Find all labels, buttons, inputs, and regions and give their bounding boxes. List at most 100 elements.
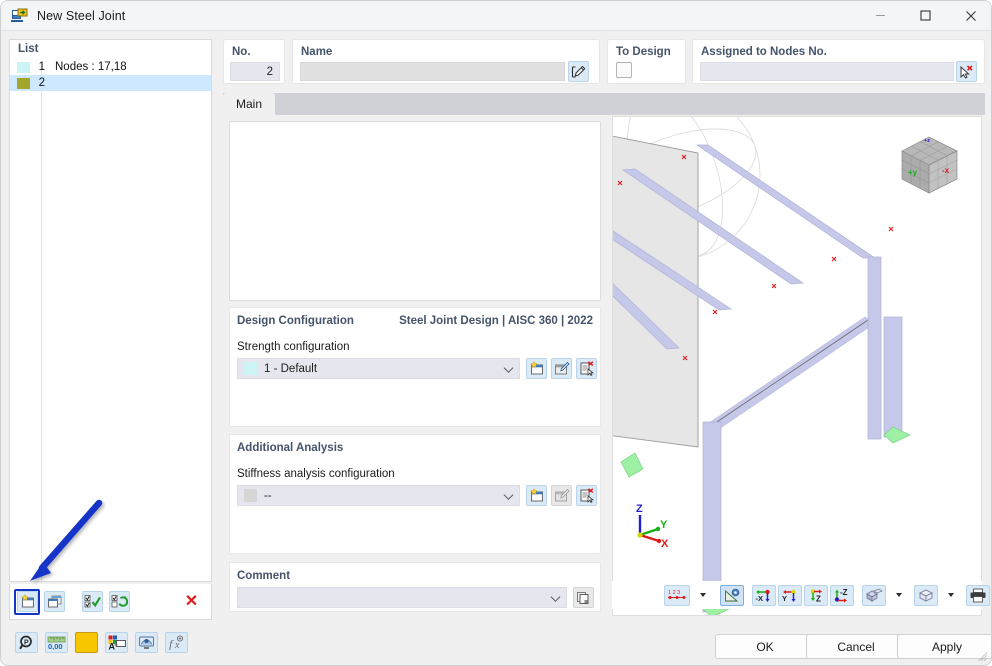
strength-configuration-label: Strength configuration — [237, 341, 350, 353]
svg-text:X: X — [661, 538, 669, 550]
ok-button[interactable]: OK — [715, 634, 815, 659]
svg-text:f: f — [169, 637, 174, 650]
steel-joint-icon — [11, 8, 29, 24]
svg-text:-Z: -Z — [840, 588, 848, 597]
list-item[interactable]: 1 Nodes : 17,18 — [10, 59, 211, 75]
chevron-down-icon — [503, 362, 514, 373]
delete-joint-button[interactable]: ✕ — [181, 591, 202, 612]
name-card: Name — [292, 39, 600, 84]
strength-configuration-combo[interactable]: 1 - Default — [237, 358, 520, 379]
svg-text:Z: Z — [636, 503, 643, 515]
name-input[interactable] — [300, 62, 565, 81]
delete-config-button[interactable] — [576, 358, 597, 379]
list-item-index: 1 — [38, 61, 45, 73]
chevron-down-icon — [503, 489, 514, 500]
design-configuration-label: Design Configuration — [237, 315, 354, 327]
stiffness-configuration-combo[interactable]: -- — [237, 485, 520, 506]
comment-panel: Comment — [229, 562, 601, 612]
color-swatch-button[interactable] — [75, 631, 98, 653]
svg-text:+z: +z — [924, 138, 930, 144]
svg-text:0,00: 0,00 — [48, 642, 63, 650]
chevron-down-icon — [947, 593, 954, 597]
list-item-swatch — [17, 77, 30, 89]
select-all-button[interactable] — [82, 591, 103, 612]
wireframe-button[interactable] — [914, 584, 938, 606]
minimize-button[interactable] — [858, 1, 903, 31]
pick-nodes-button[interactable] — [956, 61, 977, 82]
comment-combo[interactable] — [237, 587, 567, 608]
view-in-minus-z-button[interactable]: -Z — [830, 584, 854, 606]
render-mode-button[interactable] — [720, 584, 744, 606]
list-item-swatch — [17, 61, 30, 73]
name-label: Name — [301, 46, 333, 58]
design-standard-label: Steel Joint Design | AISC 360 | 2022 — [399, 315, 593, 327]
chevron-down-icon — [895, 593, 902, 597]
display-model-button[interactable] — [862, 584, 886, 606]
display-settings-button[interactable] — [135, 631, 158, 653]
no-input[interactable]: 2 — [230, 62, 280, 81]
delete-stiffness-config-button[interactable] — [576, 485, 597, 506]
resize-grip[interactable] — [978, 652, 988, 662]
svg-text:A: A — [108, 641, 115, 650]
svg-text:Y: Y — [782, 594, 787, 603]
new-stiffness-config-button[interactable] — [526, 485, 547, 506]
formula-button[interactable]: f x — [165, 631, 188, 653]
decimal-places-button[interactable]: 0,00 — [45, 631, 68, 653]
design-configuration-panel: Design Configuration Steel Joint Design … — [229, 307, 601, 427]
to-design-checkbox[interactable] — [616, 62, 632, 78]
view-in-z-button[interactable]: Z — [804, 584, 828, 606]
invert-selection-button[interactable] — [109, 591, 130, 612]
display-model-dropdown-arrow[interactable] — [888, 585, 909, 606]
assigned-nodes-card: Assigned to Nodes No. — [692, 39, 985, 84]
copy-joint-button[interactable] — [44, 591, 65, 612]
preview-panel — [229, 121, 601, 301]
svg-text:+y: +y — [908, 168, 918, 177]
chevron-down-icon — [699, 593, 706, 597]
window-title: New Steel Joint — [37, 8, 126, 23]
list-item-label: Nodes : 17,18 — [55, 61, 127, 73]
svg-text:Y: Y — [660, 519, 668, 531]
font-color-button[interactable]: A — [105, 631, 128, 653]
svg-text:-X: -X — [755, 594, 763, 603]
svg-text:x: x — [174, 640, 180, 650]
to-design-label: To Design — [616, 46, 671, 58]
comment-label: Comment — [237, 570, 291, 582]
edit-stiffness-config-button[interactable] — [551, 485, 572, 506]
model-viewport[interactable]: Z Y X +z +y -x — [612, 116, 982, 616]
maximize-button[interactable] — [903, 1, 948, 31]
additional-analysis-label: Additional Analysis — [237, 442, 344, 454]
no-label: No. — [232, 46, 251, 58]
svg-text:1 2 3: 1 2 3 — [668, 590, 680, 596]
assigned-nodes-input[interactable] — [700, 62, 954, 81]
stiffness-configuration-swatch — [244, 489, 257, 502]
new-config-button[interactable] — [526, 358, 547, 379]
wireframe-dropdown-arrow[interactable] — [940, 585, 961, 606]
svg-text:P: P — [24, 639, 29, 646]
cancel-button[interactable]: Cancel — [806, 634, 906, 659]
list-item-index: 2 — [38, 77, 45, 89]
title-bar: New Steel Joint — [1, 1, 991, 31]
name-edit-button[interactable] — [568, 61, 589, 82]
view-in-minus-x-button[interactable]: -X — [752, 584, 776, 606]
chevron-down-icon — [550, 591, 561, 602]
numbering-dropdown-arrow[interactable] — [692, 585, 713, 606]
additional-analysis-panel: Additional Analysis Stiffness analysis c… — [229, 434, 601, 554]
strength-configuration-value: 1 - Default — [264, 362, 318, 375]
search-icon-button[interactable]: P — [15, 631, 38, 653]
svg-text:Z: Z — [816, 594, 821, 603]
edit-config-button[interactable] — [551, 358, 572, 379]
comment-library-button[interactable] — [573, 587, 594, 608]
close-button[interactable] — [948, 1, 991, 31]
footer-toolbar: P 0,00 A f x — [9, 626, 195, 658]
strength-configuration-swatch — [244, 362, 257, 375]
tab-main[interactable]: Main — [223, 93, 276, 115]
view-cube[interactable]: +z +y -x — [896, 133, 964, 199]
to-design-card: To Design — [607, 39, 686, 84]
joint-list-panel: List 1 Nodes : 17,18 2 — [9, 39, 212, 582]
assigned-nodes-label: Assigned to Nodes No. — [701, 46, 827, 58]
view-in-y-button[interactable]: Y — [778, 584, 802, 606]
print-button[interactable] — [966, 584, 990, 606]
list-item[interactable]: 2 — [10, 75, 211, 91]
list-column-divider — [41, 62, 42, 581]
numbering-button[interactable]: 1 2 3 — [664, 584, 690, 606]
